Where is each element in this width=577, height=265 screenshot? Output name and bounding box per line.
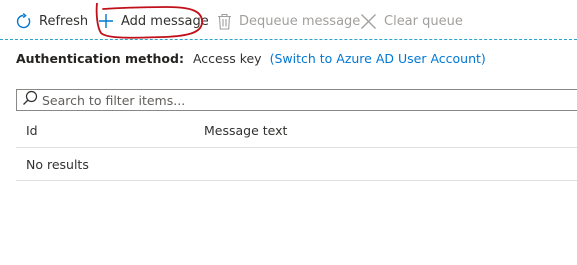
search-icon bbox=[17, 90, 38, 110]
queue-explorer: Refresh Add message Dequeue message Clea… bbox=[0, 0, 577, 265]
column-header-id[interactable]: Id bbox=[26, 123, 38, 138]
empty-row: No results bbox=[16, 148, 577, 181]
empty-state-text: No results bbox=[26, 157, 89, 172]
refresh-button[interactable]: Refresh bbox=[15, 9, 88, 33]
dequeue-message-button[interactable]: Dequeue message bbox=[217, 9, 360, 33]
dequeue-message-label: Dequeue message bbox=[239, 13, 361, 29]
toolbar: Refresh Add message Dequeue message Clea… bbox=[0, 0, 577, 40]
table-header: Id Message text bbox=[16, 114, 577, 148]
switch-auth-link[interactable]: (Switch to Azure AD User Account) bbox=[270, 51, 486, 66]
close-icon bbox=[360, 13, 377, 30]
search-box bbox=[16, 89, 577, 111]
add-message-button[interactable]: Add message bbox=[98, 9, 209, 33]
messages-table: Id Message text No results bbox=[16, 114, 577, 181]
clear-queue-button[interactable]: Clear queue bbox=[360, 9, 463, 33]
column-header-message-text[interactable]: Message text bbox=[204, 123, 287, 138]
auth-method-value: Access key bbox=[192, 51, 262, 66]
refresh-icon bbox=[15, 12, 32, 30]
plus-icon bbox=[98, 13, 114, 29]
search-input[interactable] bbox=[42, 92, 522, 108]
refresh-label: Refresh bbox=[39, 13, 89, 29]
add-message-label: Add message bbox=[121, 13, 209, 29]
auth-method-label: Authentication method: bbox=[16, 51, 184, 66]
trash-icon bbox=[217, 13, 232, 30]
auth-method-line: Authentication method: Access key (Switc… bbox=[16, 51, 486, 66]
clear-queue-label: Clear queue bbox=[384, 13, 463, 29]
